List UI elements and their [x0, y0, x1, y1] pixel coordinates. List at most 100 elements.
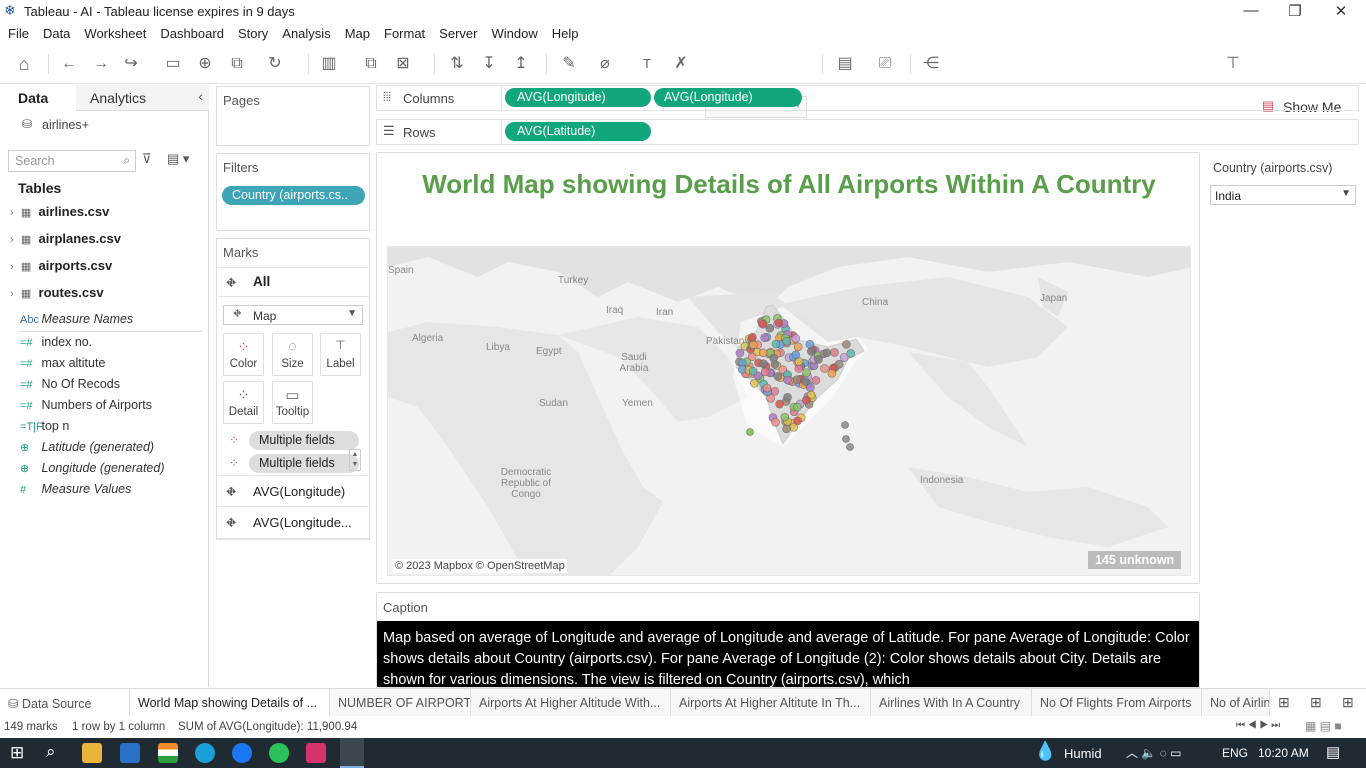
instagram-icon[interactable]	[306, 743, 326, 763]
mark-type-select[interactable]: ⛖ Map ▼	[223, 305, 363, 325]
clock[interactable]: 10:20 AM	[1258, 746, 1309, 760]
mail-icon[interactable]	[120, 743, 140, 763]
sort-asc-icon[interactable]: ↧	[478, 53, 500, 75]
format-painter-icon[interactable]: ⊤	[1222, 53, 1244, 75]
new-worksheet-tab-icon[interactable]: ⊞	[1278, 694, 1290, 711]
menu-file[interactable]: File	[8, 22, 29, 41]
edge-icon[interactable]	[195, 743, 215, 763]
sheet-tab[interactable]: No of Airlin	[1202, 689, 1270, 717]
facebook-icon[interactable]	[232, 743, 252, 763]
sort-desc-icon[interactable]: ↥	[510, 53, 532, 75]
menu-help[interactable]: Help	[552, 22, 579, 41]
filter-icon[interactable]: ⊽	[142, 151, 152, 167]
pages-card[interactable]: Pages	[216, 86, 370, 146]
marks-all-row[interactable]: ⛖ All	[217, 267, 369, 297]
tab-data-source[interactable]: ⛁ Data Source	[0, 689, 130, 717]
app-icon[interactable]	[158, 743, 178, 763]
redo-icon[interactable]: →	[90, 53, 112, 75]
datasource-name[interactable]: airlines+	[42, 118, 89, 132]
weather-text[interactable]: Humid	[1064, 746, 1102, 761]
tooltip-button[interactable]: ▭ Tooltip	[272, 381, 313, 424]
search-taskbar-icon[interactable]: ⌕	[46, 742, 56, 762]
field-item[interactable]: =# Numbers of Airports	[20, 398, 152, 412]
filter-pill-country[interactable]: Country (airports.cs..	[222, 186, 365, 205]
color-field-pill[interactable]: Multiple fields	[249, 431, 359, 450]
marks-pane-1[interactable]: ⛖ AVG(Longitude)	[217, 475, 369, 507]
clear-sheet-icon[interactable]: ⊠	[392, 53, 414, 75]
notifications-icon[interactable]: ▤	[1326, 743, 1340, 761]
replay-icon[interactable]: ↪	[120, 53, 142, 75]
tray-icons[interactable]: ︿ 🔈 ◌ ▭	[1126, 744, 1181, 761]
table-airplanes[interactable]: › ▦ airplanes.csv	[10, 231, 121, 246]
swap-icon[interactable]: ⇅	[446, 53, 468, 75]
marks-pane-2[interactable]: ⛖ AVG(Longitude...	[217, 507, 369, 539]
columns-pill-2[interactable]: AVG(Longitude)	[654, 88, 802, 107]
table-airlines[interactable]: › ▦ airlines.csv	[10, 204, 109, 219]
menu-window[interactable]: Window	[491, 22, 537, 41]
menu-map[interactable]: Map	[345, 22, 370, 41]
table-routes[interactable]: › ▦ routes.csv	[10, 285, 104, 300]
sheet-tab[interactable]: No Of Flights From Airports	[1032, 689, 1202, 717]
view-mode-icons[interactable]: ▦ ▤ ■	[1305, 719, 1342, 733]
share-icon[interactable]: ⋲	[920, 53, 942, 75]
sheet-tab[interactable]: Airports At Higher Altitude With...	[471, 689, 671, 717]
whatsapp-icon[interactable]	[269, 743, 289, 763]
minimize-icon[interactable]: —	[1228, 2, 1274, 19]
field-item[interactable]: =# index no.	[20, 335, 92, 349]
highlight-icon[interactable]: ✎	[558, 53, 580, 75]
map-attribution[interactable]: © 2023 Mapbox © OpenStreetMap	[393, 559, 567, 573]
file-explorer-icon[interactable]	[82, 743, 102, 763]
map[interactable]: Spain Turkey Iraq Iran China Japan Algeria Liby…	[387, 246, 1191, 576]
menu-data[interactable]: Data	[43, 22, 70, 41]
undo-icon[interactable]: ←	[58, 53, 80, 75]
sheet-tab[interactable]: Airports At Higher Altitute In Th...	[671, 689, 871, 717]
search-input[interactable]: Search ⌕	[8, 150, 136, 172]
labels-icon[interactable]: T	[636, 53, 658, 75]
view-options-icon[interactable]: ▤ ▾	[167, 151, 189, 167]
color-button[interactable]: ⁘ Color	[223, 333, 264, 376]
menu-dashboard[interactable]: Dashboard	[160, 22, 224, 41]
close-icon[interactable]: ✕	[1318, 2, 1364, 20]
duplicate-icon[interactable]: ⧉	[360, 53, 382, 75]
menu-worksheet[interactable]: Worksheet	[84, 22, 146, 41]
unknown-indicator[interactable]: 145 unknown	[1088, 551, 1182, 569]
measure-values-field[interactable]: # Measure Values	[20, 482, 131, 496]
rows-pill-1[interactable]: AVG(Latitude)	[505, 122, 651, 141]
columns-pill-1[interactable]: AVG(Longitude)	[505, 88, 651, 107]
field-item[interactable]: =# No Of Recods	[20, 377, 120, 391]
field-item[interactable]: =# max altitute	[20, 356, 105, 370]
sheet-tab[interactable]: Airlines With In A Country	[871, 689, 1032, 717]
restore-icon[interactable]: ❐	[1272, 2, 1318, 20]
language-indicator[interactable]: ENG	[1222, 746, 1248, 760]
home-icon[interactable]: ⌂	[13, 53, 35, 75]
country-filter-select[interactable]: India ▼	[1210, 185, 1356, 205]
new-worksheet-icon[interactable]: ▥	[318, 53, 340, 75]
save-icon[interactable]: ▭	[162, 53, 184, 75]
longitude-field[interactable]: ⊕ Longitude (generated)	[20, 461, 165, 475]
table-airports[interactable]: › ▦ airports.csv	[10, 258, 112, 273]
tableau-taskbar-icon[interactable]	[340, 738, 364, 768]
latitude-field[interactable]: ⊕ Latitude (generated)	[20, 440, 154, 454]
new-datasource-icon[interactable]: ⊕	[194, 53, 216, 75]
fix-axes-icon[interactable]: ✗	[670, 53, 692, 75]
show-cards-icon[interactable]: ▤	[834, 53, 856, 75]
label-button[interactable]: ⊤ Label	[320, 333, 361, 376]
detail-button[interactable]: ⁘ Detail	[223, 381, 264, 424]
field-item[interactable]: =T|F top n	[20, 419, 69, 433]
sheet-tab[interactable]: NUMBER OF AIRPORT	[330, 689, 471, 717]
presentation-icon[interactable]: ⎚	[874, 53, 896, 75]
sheet-tab[interactable]: World Map showing Details of ...	[130, 689, 330, 717]
tab-data[interactable]: Data	[0, 85, 76, 111]
new-story-tab-icon[interactable]: ⊞	[1342, 694, 1354, 711]
tab-analytics[interactable]: Analytics ‹	[76, 85, 209, 111]
menu-analysis[interactable]: Analysis	[282, 22, 330, 41]
size-button[interactable]: ◌ Size	[272, 333, 313, 376]
measure-names-field[interactable]: Abc Measure Names	[20, 312, 133, 326]
pause-icon[interactable]: ⧉	[226, 53, 248, 75]
menu-story[interactable]: Story	[238, 22, 268, 41]
menu-server[interactable]: Server	[439, 22, 477, 41]
menu-format[interactable]: Format	[384, 22, 425, 41]
refresh-icon[interactable]: ↻	[264, 53, 286, 75]
sheet-navigation[interactable]: ⏮ ◀ ▶ ⏭	[1236, 720, 1280, 731]
new-dashboard-tab-icon[interactable]: ⊞	[1310, 694, 1322, 711]
